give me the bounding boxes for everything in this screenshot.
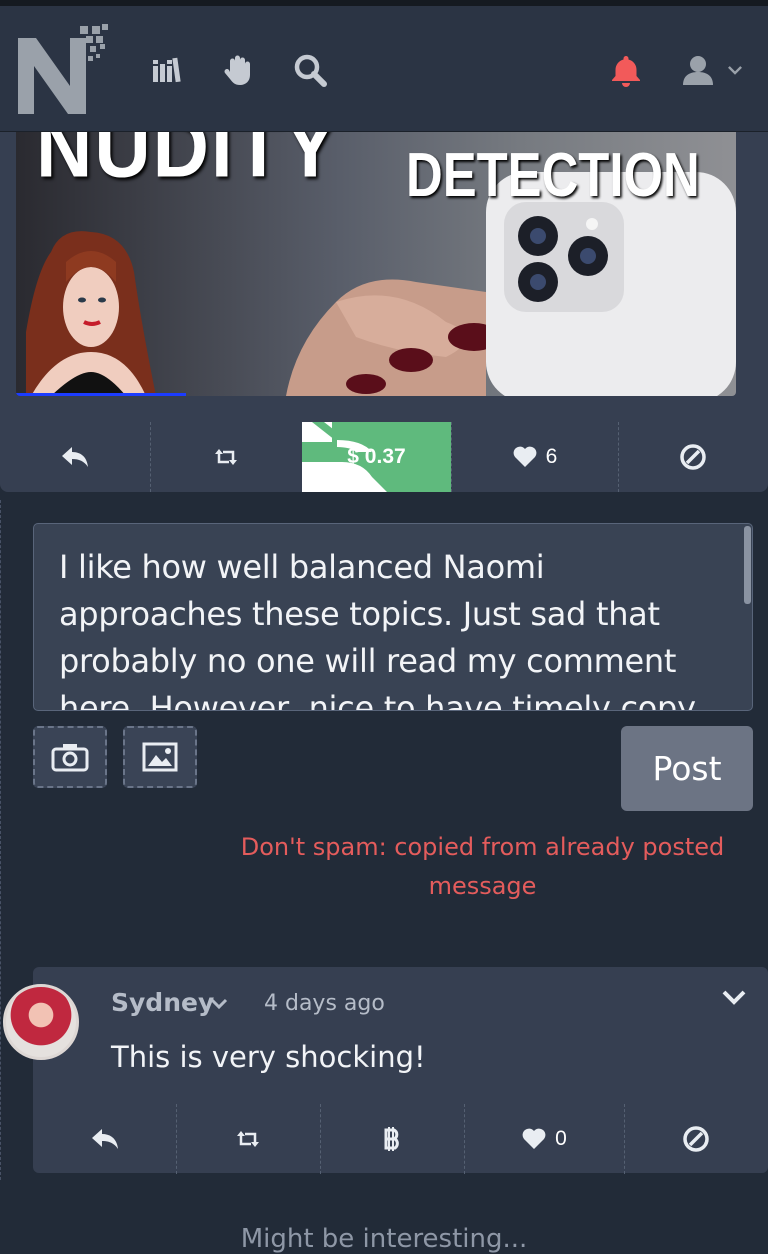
reply-icon [62,447,88,467]
user-icon[interactable] [678,50,718,90]
heart-icon [522,1128,546,1149]
image-icon [142,742,178,772]
block-icon [683,1126,709,1152]
like-button[interactable]: 6 [451,422,618,492]
heart-icon [513,446,537,467]
image-upload-button[interactable] [123,726,197,788]
post-comment-button[interactable]: Post [621,726,753,811]
thumbnail-title-word1: NUDITY [36,132,339,196]
section-heading: Might be interesting... [240,1224,528,1254]
comment-action-bar: 0 [33,1104,768,1174]
chevron-down-icon[interactable] [207,992,231,1016]
comment-textarea[interactable]: I like how well balanced Naomi approache… [33,523,753,711]
reply-button[interactable] [33,1104,176,1174]
thumbnail-accent-line [16,393,186,396]
like-button[interactable]: 0 [464,1104,624,1174]
textarea-scrollbar[interactable] [744,526,751,604]
camera-button[interactable] [33,726,107,788]
avatar[interactable] [3,984,79,1060]
site-logo[interactable] [14,22,114,118]
chevron-down-icon[interactable] [718,50,752,90]
flag-button[interactable] [624,1104,768,1174]
reblog-button[interactable] [150,422,302,492]
reblog-icon [237,1131,259,1147]
collapse-chevron-icon[interactable] [719,982,749,1012]
comment-timestamp[interactable]: 4 days ago [264,991,385,1016]
camera-icon [51,744,89,772]
comment-author[interactable]: Sydney [111,988,214,1017]
like-count: 6 [545,445,558,468]
flag-button[interactable] [618,422,768,492]
like-count: 0 [555,1127,567,1150]
hand-icon[interactable] [219,50,259,90]
thread-line [0,500,1,1180]
search-icon[interactable] [290,50,330,90]
spam-warning: Don't spam: copied from already posted m… [240,833,725,900]
reply-button[interactable] [0,422,150,492]
comment-text: This is very shocking! [111,1040,426,1074]
tip-button[interactable] [320,1104,464,1174]
bell-icon[interactable] [606,50,646,90]
reblog-icon [215,449,237,465]
reblog-button[interactable] [176,1104,320,1174]
tip-button[interactable]: $ 0.37 [302,422,451,492]
post-thumbnail[interactable]: NUDITY DETECTION [16,132,736,396]
bitcoin-icon [384,1127,399,1151]
block-icon [680,444,706,470]
tip-amount: $ 0.37 [347,445,406,468]
comment-textarea-value: I like how well balanced Naomi approache… [59,548,696,711]
top-navbar [0,6,768,132]
post-card: NUDITY DETECTION 6 $ 0.37 [0,132,768,492]
reply-icon [91,1129,118,1149]
thumbnail-title-word2: DETECTION [406,141,700,210]
library-icon[interactable] [148,50,188,90]
